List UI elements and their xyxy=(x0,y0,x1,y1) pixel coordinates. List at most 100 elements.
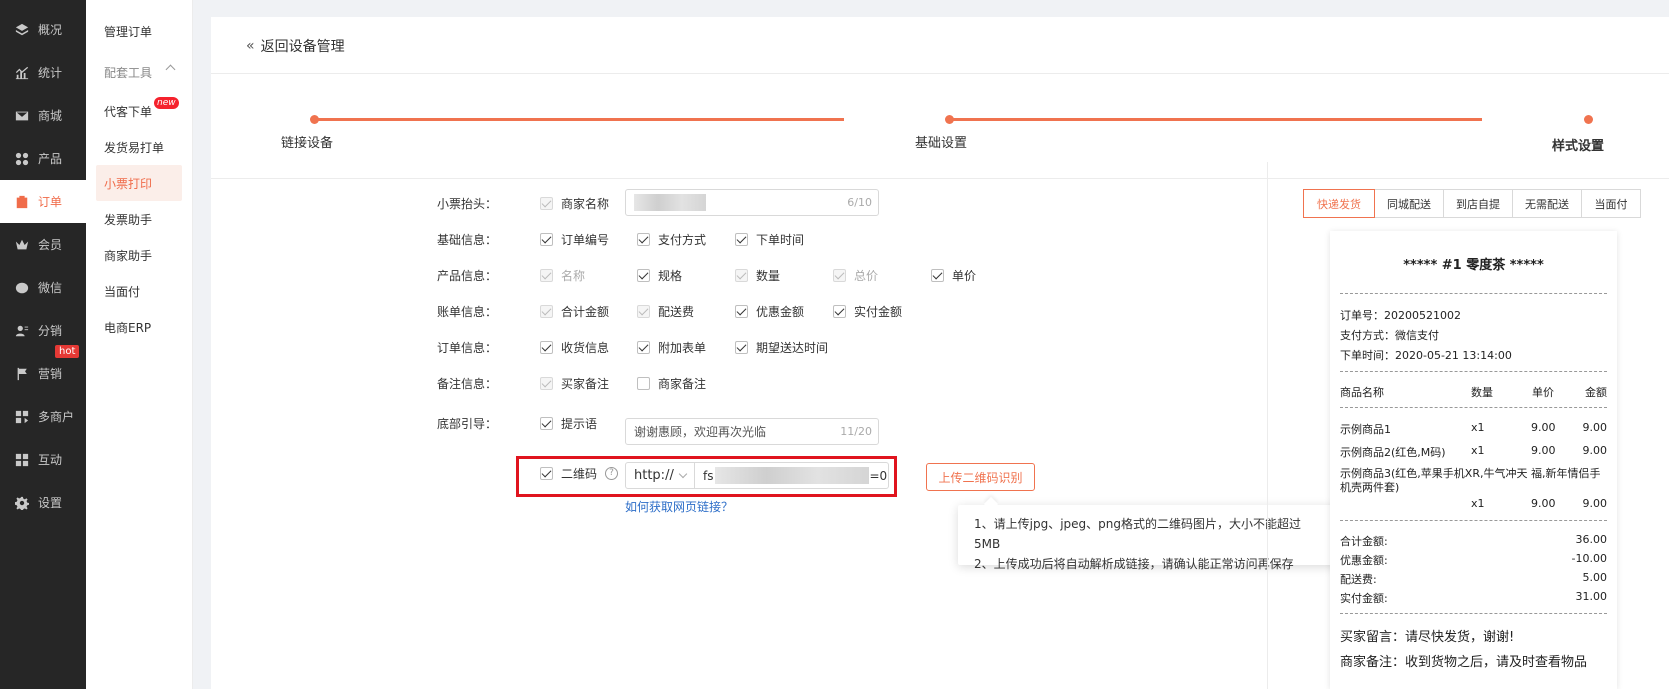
tip-input[interactable]: 谢谢惠顾，欢迎再次光临 11/20 xyxy=(625,418,879,445)
tip-value: 谢谢惠顾，欢迎再次光临 xyxy=(634,425,767,439)
nav-member[interactable]: 会员 xyxy=(0,223,86,266)
step-label-style[interactable]: 样式设置 xyxy=(1552,135,1604,154)
sub-nav-shipping-print[interactable]: 发货易打单 xyxy=(86,129,192,165)
help-icon[interactable]: ? xyxy=(605,467,619,480)
checkbox-label: 订单编号 xyxy=(561,233,610,247)
blurred-text xyxy=(634,194,706,211)
checkbox-box xyxy=(637,341,650,354)
checkbox-box xyxy=(637,233,650,246)
nav-mall[interactable]: 商城 xyxy=(0,94,86,137)
sub-nav-erp[interactable]: 电商ERP xyxy=(86,309,192,345)
sub-nav-invoice-helper[interactable]: 发票助手 xyxy=(86,201,192,237)
nav-settings[interactable]: 设置 xyxy=(0,481,86,524)
sub-nav-manage-orders[interactable]: 管理订单 xyxy=(86,13,192,49)
chevron-down-icon xyxy=(678,469,688,479)
sub-nav-proxy-order[interactable]: 代客下单 new xyxy=(86,93,192,129)
tooltip-line: 1、请上传jpg、jpeg、png格式的二维码图片，大小不能超过5MB xyxy=(974,517,1301,551)
buyer-remark-checkbox[interactable]: 买家备注 xyxy=(540,375,609,392)
nav-wechat[interactable]: 微信 xyxy=(0,266,86,309)
total-price-checkbox[interactable]: 总价 xyxy=(833,267,878,284)
sub-nav-receipt-print[interactable]: 小票打印 xyxy=(96,165,182,201)
spec-checkbox[interactable]: 规格 xyxy=(637,267,682,284)
back-link[interactable]: « 返回设备管理 xyxy=(246,36,345,56)
tip-checkbox[interactable]: 提示语 xyxy=(540,415,597,432)
qty-checkbox[interactable]: 数量 xyxy=(735,267,780,284)
pay-method-checkbox[interactable]: 支付方式 xyxy=(637,231,706,248)
discount-checkbox[interactable]: 优惠金额 xyxy=(735,303,804,320)
main-panel: « 返回设备管理 链接设备 基础设置 样式设置 小票抬头： 商家名称 6/10 … xyxy=(211,17,1669,689)
tab-city[interactable]: 同城配送 xyxy=(1374,189,1444,218)
nav-multi-merchant[interactable]: 多商户 xyxy=(0,395,86,438)
merchant-remark-checkbox[interactable]: 商家备注 xyxy=(637,375,706,392)
checkbox-box xyxy=(637,305,650,318)
step-label-connect[interactable]: 链接设备 xyxy=(281,132,333,151)
extra-form-checkbox[interactable]: 附加表单 xyxy=(637,339,706,356)
nav-marketing[interactable]: 营销 hot xyxy=(0,345,86,395)
dashed-divider xyxy=(1340,520,1607,521)
double-chevron-left-icon: « xyxy=(246,38,255,54)
tab-pickup[interactable]: 到店自提 xyxy=(1443,189,1513,218)
item-price: 9.00 xyxy=(1531,421,1556,434)
receiver-checkbox[interactable]: 收货信息 xyxy=(540,339,609,356)
hot-badge: hot xyxy=(55,345,80,358)
upload-qr-button[interactable]: 上传二维码识别 xyxy=(926,463,1035,491)
checkbox-label: 规格 xyxy=(658,269,683,283)
chevron-up-icon xyxy=(165,64,176,75)
step-label-basic[interactable]: 基础设置 xyxy=(915,132,967,151)
qr-checkbox[interactable]: 二维码 ? xyxy=(540,465,619,482)
checkbox-box xyxy=(540,417,553,430)
remark-label: 备注信息： xyxy=(436,377,497,391)
item-name: 示例商品3(红色,苹果手机XR,牛气冲天 福,新年情侣手机壳两件套) xyxy=(1340,467,1601,494)
paid-amount-checkbox[interactable]: 实付金额 xyxy=(833,303,902,320)
receipt-title: ***** #1 零度茶 ***** xyxy=(1403,258,1544,273)
receipt-order-no: 订单号：20200521002 xyxy=(1340,309,1461,322)
unit-price-checkbox[interactable]: 单价 xyxy=(931,267,976,284)
wechat-icon xyxy=(14,280,30,296)
order-time-checkbox[interactable]: 下单时间 xyxy=(735,231,804,248)
tab-face-pay[interactable]: 当面付 xyxy=(1581,189,1641,218)
sub-nav-face-pay[interactable]: 当面付 xyxy=(86,273,192,309)
expected-time-checkbox[interactable]: 期望送达时间 xyxy=(735,339,828,356)
protocol-select[interactable]: http:// xyxy=(625,462,695,489)
nav-order[interactable]: 订单 xyxy=(0,180,86,223)
nav-interaction[interactable]: 互动 xyxy=(0,438,86,481)
checkbox-label: 商家备注 xyxy=(658,377,707,391)
checkbox-box xyxy=(637,269,650,282)
checkbox-label: 名称 xyxy=(561,269,586,283)
how-to-get-link[interactable]: 如何获取网页链接？ xyxy=(625,498,733,515)
nav-product[interactable]: 产品 xyxy=(0,137,86,180)
checkbox-label: 合计金额 xyxy=(561,305,610,319)
tab-express[interactable]: 快递发货 xyxy=(1303,189,1375,218)
divider xyxy=(1267,162,1268,689)
order-no-checkbox[interactable]: 订单编号 xyxy=(540,231,609,248)
nav-label: 订单 xyxy=(38,195,63,209)
sub-nav-tools-group[interactable]: 配套工具 xyxy=(86,54,192,90)
divider xyxy=(211,178,1669,179)
merchant-name-checkbox[interactable]: 商家名称 xyxy=(540,195,609,212)
step-dot xyxy=(945,115,954,124)
nav-stats[interactable]: 统计 xyxy=(0,51,86,94)
subtotal-checkbox[interactable]: 合计金额 xyxy=(540,303,609,320)
nav-overview[interactable]: 概况 xyxy=(0,8,86,51)
layers-icon xyxy=(14,22,30,38)
delivery-fee-checkbox[interactable]: 配送费 xyxy=(637,303,694,320)
checkbox-box xyxy=(735,341,748,354)
url-input[interactable]: fs =0 xyxy=(694,462,889,489)
product-label: 产品信息： xyxy=(436,269,497,283)
col-amount: 金额 xyxy=(1585,386,1607,399)
checkbox-label: 实付金额 xyxy=(854,305,903,319)
item-price: 9.00 xyxy=(1531,497,1556,510)
item-name: 示例商品1 xyxy=(1340,423,1391,436)
step-progress: 链接设备 基础设置 样式设置 xyxy=(211,74,1669,179)
checkbox-box xyxy=(540,467,553,480)
checkbox-label: 附加表单 xyxy=(658,341,707,355)
checkbox-label: 收货信息 xyxy=(561,341,610,355)
protocol-value: http:// xyxy=(634,468,674,483)
dashed-divider xyxy=(1340,371,1607,372)
merchant-name-input[interactable]: 6/10 xyxy=(625,189,879,216)
checkbox-box xyxy=(540,377,553,390)
tab-no-delivery[interactable]: 无需配送 xyxy=(1512,189,1582,218)
product-name-checkbox[interactable]: 名称 xyxy=(540,267,585,284)
primary-sidebar: 概况 统计 商城 产品 订单 会员 微信 分销 营销 hot 多商户 互动 设置 xyxy=(0,0,86,689)
sub-nav-merchant-helper[interactable]: 商家助手 xyxy=(86,237,192,273)
